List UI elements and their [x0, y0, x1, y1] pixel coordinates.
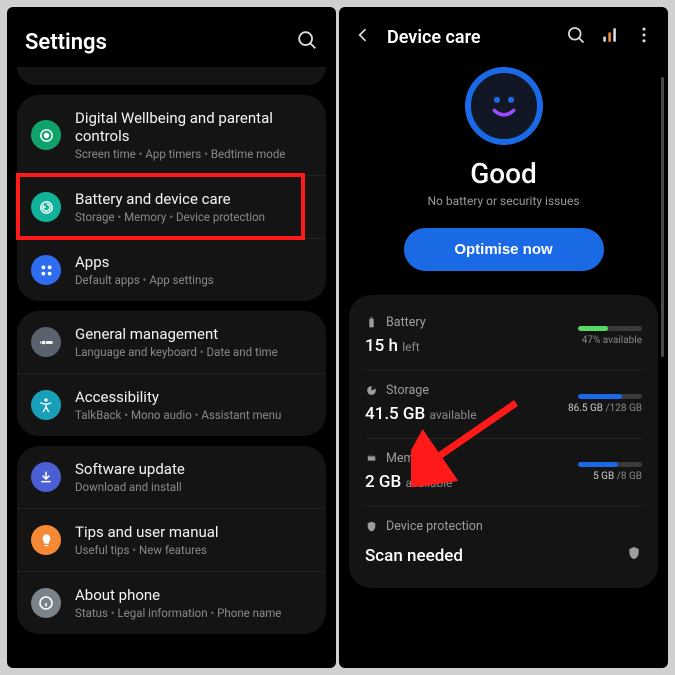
- row-subtitle: Language and keyboard • Date and time: [75, 345, 312, 359]
- optimise-button[interactable]: Optimise now: [404, 228, 604, 271]
- page-title: Settings: [25, 30, 107, 55]
- status-smiley-icon: [465, 67, 543, 145]
- storage-value-sub: available: [429, 408, 476, 422]
- settings-header: Settings: [7, 7, 336, 65]
- storage-bar: [578, 394, 622, 399]
- signal-icon[interactable]: [600, 25, 620, 49]
- settings-row[interactable]: Accessibility TalkBack • Mono audio • Ass…: [17, 374, 326, 436]
- storage-label: Storage: [386, 383, 429, 398]
- settings-row[interactable]: General management Language and keyboard …: [17, 311, 326, 374]
- tips-icon: [31, 525, 61, 555]
- memory-row[interactable]: Memory 2 GB available 5 GB /8 GB: [365, 439, 642, 507]
- device-care-screen: Device care Good No battery or security …: [339, 7, 668, 668]
- row-title: Tips and user manual: [75, 523, 312, 541]
- battery-value-sub: left: [402, 340, 419, 354]
- settings-row[interactable]: Battery and device care Storage • Memory …: [17, 176, 326, 239]
- stats-card: Battery 15 h left 47% available Storage …: [349, 295, 658, 588]
- battery-available-text: 47% available: [546, 335, 642, 346]
- row-title: General management: [75, 325, 312, 343]
- memory-used-text: 5 GB /8 GB: [546, 471, 642, 482]
- battery-value: 15 h: [365, 336, 398, 356]
- protection-row[interactable]: Device protection Scan needed: [365, 507, 642, 580]
- accessibility-icon: [31, 390, 61, 420]
- row-title: Software update: [75, 460, 312, 478]
- row-title: Apps: [75, 253, 312, 271]
- more-icon[interactable]: [634, 25, 654, 49]
- protection-label: Device protection: [386, 519, 483, 534]
- status-hero: Good No battery or security issues Optim…: [339, 59, 668, 295]
- shield-icon: [626, 544, 642, 562]
- search-icon[interactable]: [566, 25, 586, 49]
- row-subtitle: Download and install: [75, 480, 312, 494]
- settings-group: Software update Download and install Tips …: [17, 446, 326, 634]
- row-subtitle: TalkBack • Mono audio • Assistant menu: [75, 408, 312, 422]
- wellbeing-icon: [31, 120, 61, 150]
- settings-group: General management Language and keyboard …: [17, 311, 326, 436]
- row-subtitle: Default apps • App settings: [75, 273, 312, 287]
- row-title: Accessibility: [75, 388, 312, 406]
- page-title: Device care: [387, 27, 552, 48]
- settings-row[interactable]: Software update Download and install: [17, 446, 326, 509]
- settings-screen: Settings Digital Wellbeing and parental …: [7, 7, 336, 668]
- scrollbar[interactable]: [661, 77, 664, 637]
- settings-row[interactable]: Apps Default apps • App settings: [17, 239, 326, 301]
- update-icon: [31, 462, 61, 492]
- status-text: Good: [359, 157, 648, 190]
- about-icon: [31, 588, 61, 618]
- row-title: Digital Wellbeing and parental controls: [75, 109, 312, 145]
- battery-row[interactable]: Battery 15 h left 47% available: [365, 303, 642, 371]
- memory-label: Memory: [386, 451, 432, 466]
- search-icon[interactable]: [296, 29, 318, 55]
- settings-group: Digital Wellbeing and parental controls S…: [17, 95, 326, 301]
- back-icon[interactable]: [353, 25, 373, 49]
- battery-label: Battery: [386, 315, 426, 330]
- general-icon: [31, 327, 61, 357]
- status-subtext: No battery or security issues: [359, 194, 648, 208]
- settings-row[interactable]: Digital Wellbeing and parental controls S…: [17, 95, 326, 176]
- battery-bar: [578, 326, 608, 331]
- memory-value-sub: available: [405, 476, 452, 490]
- row-subtitle: Screen time • App timers • Bedtime mode: [75, 147, 312, 161]
- row-subtitle: Useful tips • New features: [75, 543, 312, 557]
- settings-row[interactable]: Tips and user manual Useful tips • New fe…: [17, 509, 326, 572]
- protection-value: Scan needed: [365, 546, 463, 566]
- row-subtitle: Status • Legal information • Phone name: [75, 606, 312, 620]
- storage-row[interactable]: Storage 41.5 GB available 86.5 GB /128 G…: [365, 371, 642, 439]
- row-title: About phone: [75, 586, 312, 604]
- memory-value: 2 GB: [365, 472, 401, 492]
- previous-card-peek: [17, 67, 326, 85]
- memory-bar: [578, 462, 618, 467]
- row-title: Battery and device care: [75, 190, 312, 208]
- settings-row[interactable]: About phone Status • Legal information • …: [17, 572, 326, 634]
- apps-icon: [31, 255, 61, 285]
- device-care-icon: [31, 192, 61, 222]
- row-subtitle: Storage • Memory • Device protection: [75, 210, 312, 224]
- storage-value: 41.5 GB: [365, 404, 425, 424]
- storage-used-text: 86.5 GB /128 GB: [546, 403, 642, 414]
- device-care-header: Device care: [339, 7, 668, 59]
